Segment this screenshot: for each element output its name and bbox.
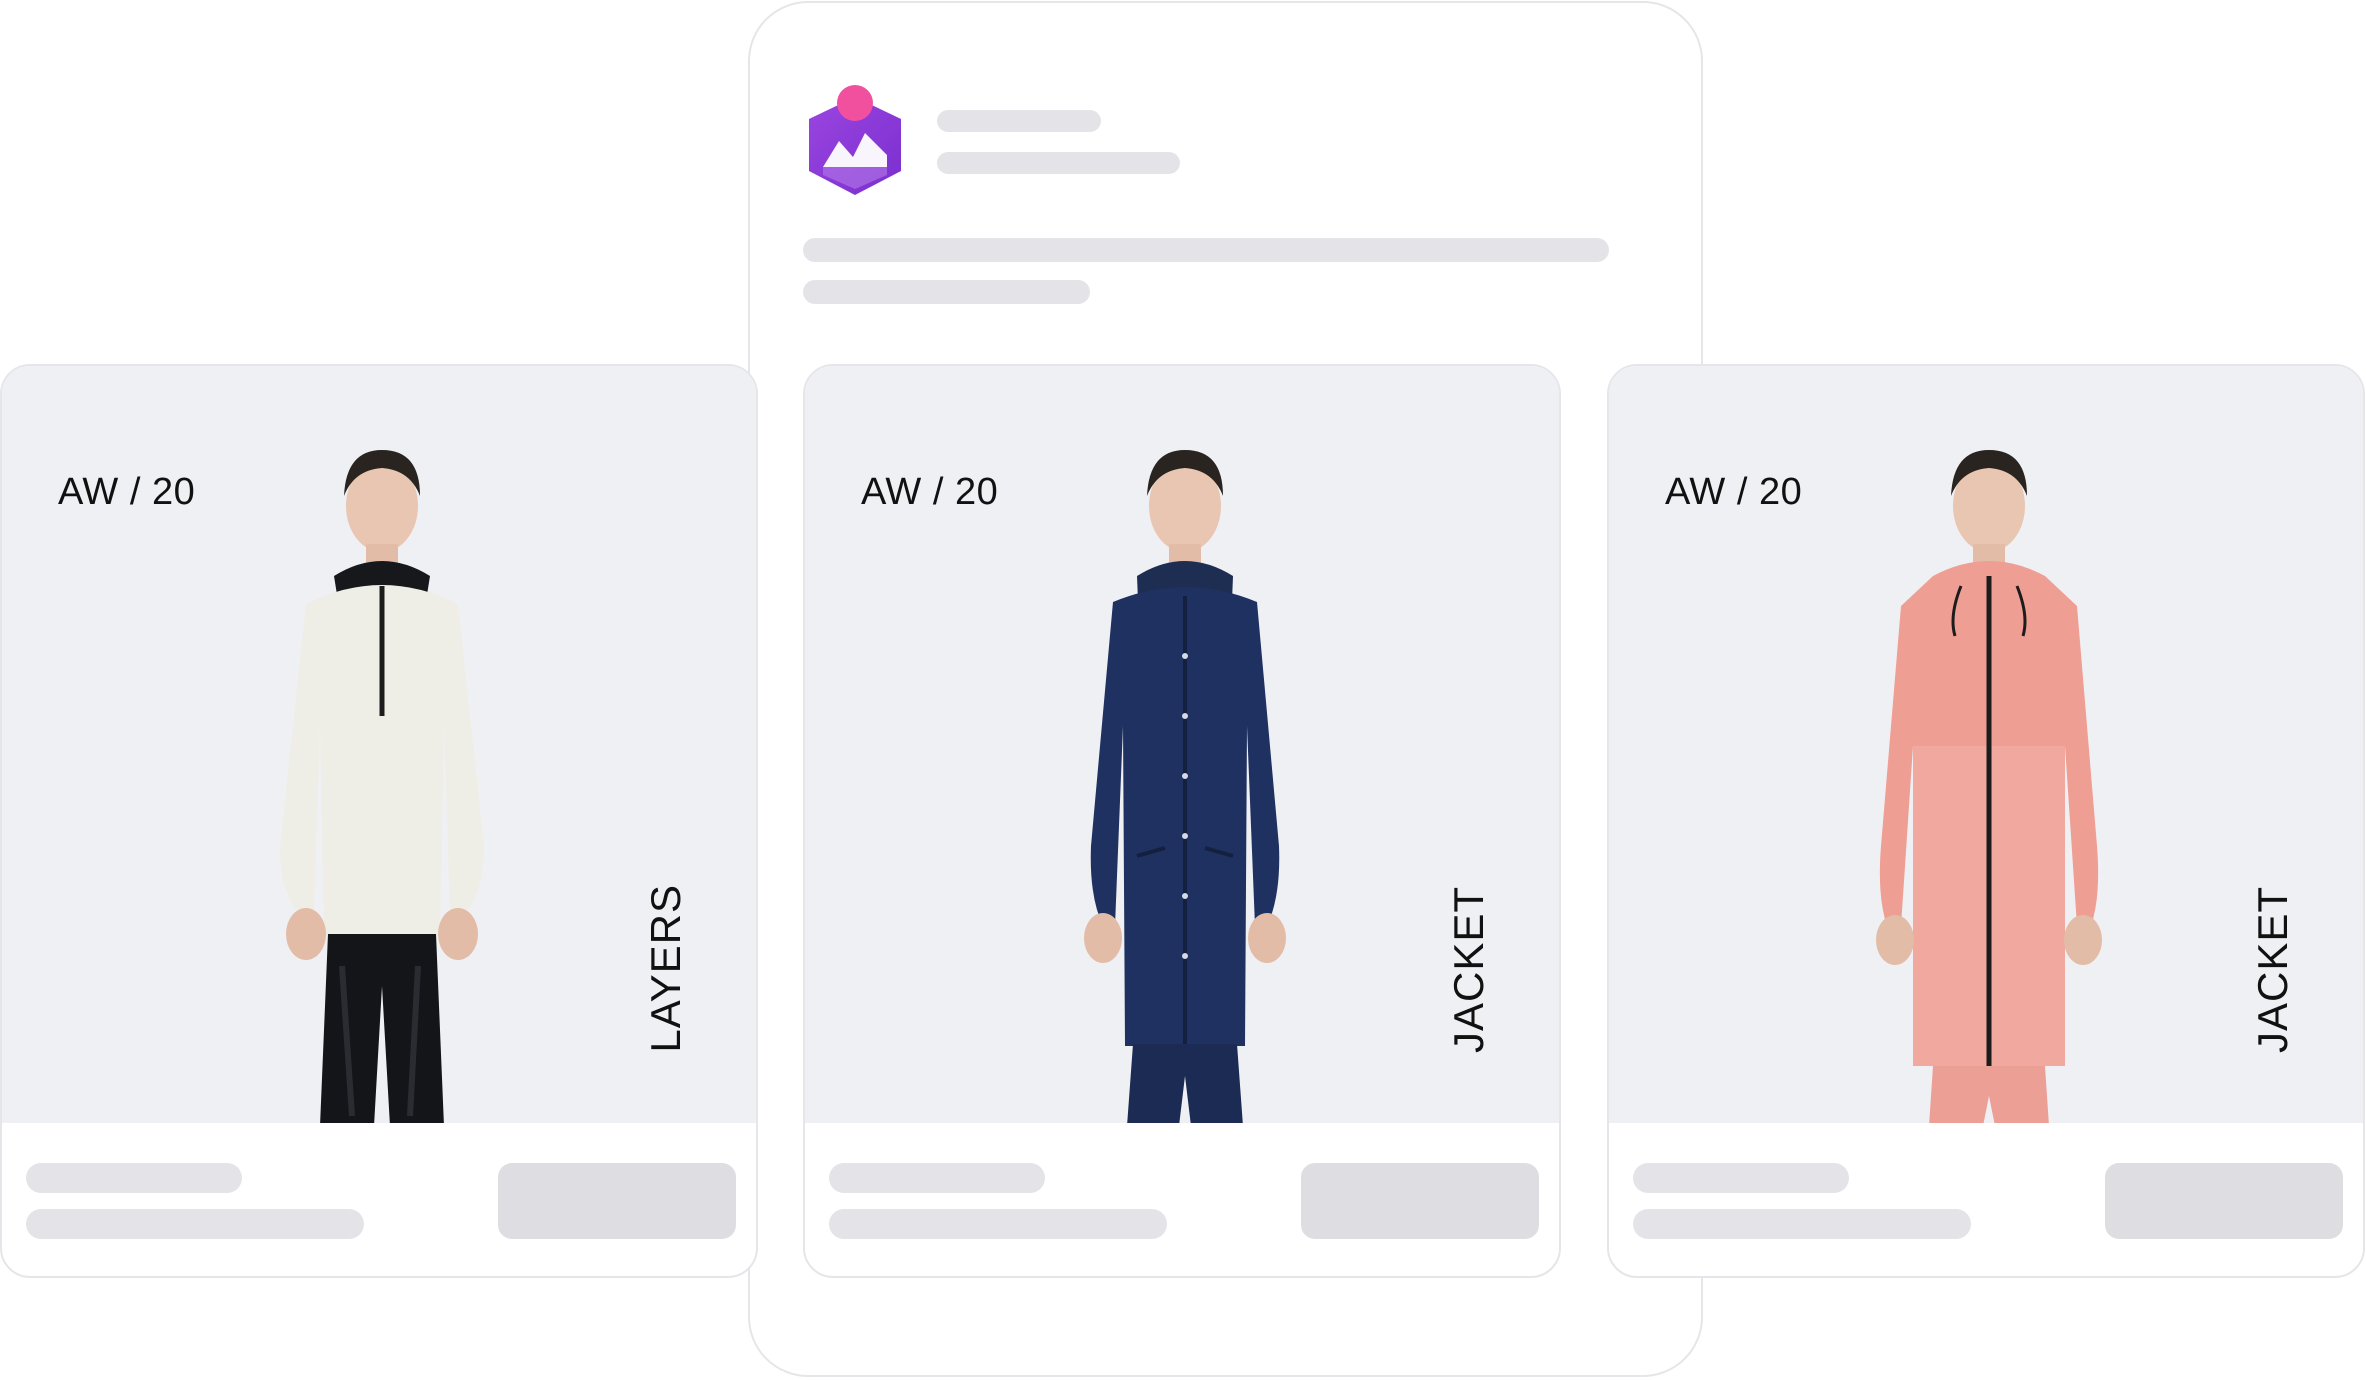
category-label: LAYERS bbox=[642, 884, 689, 1053]
product-photo: AW / 20 LAYERS bbox=[2, 366, 756, 1123]
brand-logo-icon bbox=[809, 85, 901, 195]
product-card[interactable]: AW / 20 LAYERS bbox=[0, 364, 758, 1278]
product-title-placeholder bbox=[26, 1163, 242, 1193]
category-label: JACKET bbox=[1445, 885, 1492, 1053]
product-price-placeholder bbox=[1633, 1209, 1971, 1239]
header-subtitle-placeholder bbox=[937, 152, 1180, 174]
add-to-cart-button-placeholder[interactable] bbox=[1301, 1163, 1539, 1239]
product-card[interactable]: AW / 20 JACKET bbox=[1607, 364, 2365, 1278]
model-pink-parka-icon bbox=[1876, 450, 2102, 1123]
product-card[interactable]: AW / 20 JACKET bbox=[803, 364, 1561, 1278]
description-line-placeholder bbox=[803, 238, 1609, 262]
product-photo: AW / 20 JACKET bbox=[1609, 366, 2363, 1123]
product-title-placeholder bbox=[829, 1163, 1045, 1193]
season-label: AW / 20 bbox=[58, 471, 196, 513]
model-navy-jacket-icon bbox=[1084, 450, 1286, 1123]
product-photo: AW / 20 JACKET bbox=[805, 366, 1559, 1123]
header-title-placeholder bbox=[937, 110, 1101, 132]
product-price-placeholder bbox=[829, 1209, 1167, 1239]
product-title-placeholder bbox=[1633, 1163, 1849, 1193]
season-label: AW / 20 bbox=[861, 471, 999, 513]
product-price-placeholder bbox=[26, 1209, 364, 1239]
add-to-cart-button-placeholder[interactable] bbox=[498, 1163, 736, 1239]
category-label: JACKET bbox=[2249, 885, 2296, 1053]
season-label: AW / 20 bbox=[1665, 471, 1803, 513]
description-line-placeholder bbox=[803, 280, 1090, 304]
model-fleece-icon bbox=[280, 450, 484, 1123]
add-to-cart-button-placeholder[interactable] bbox=[2105, 1163, 2343, 1239]
